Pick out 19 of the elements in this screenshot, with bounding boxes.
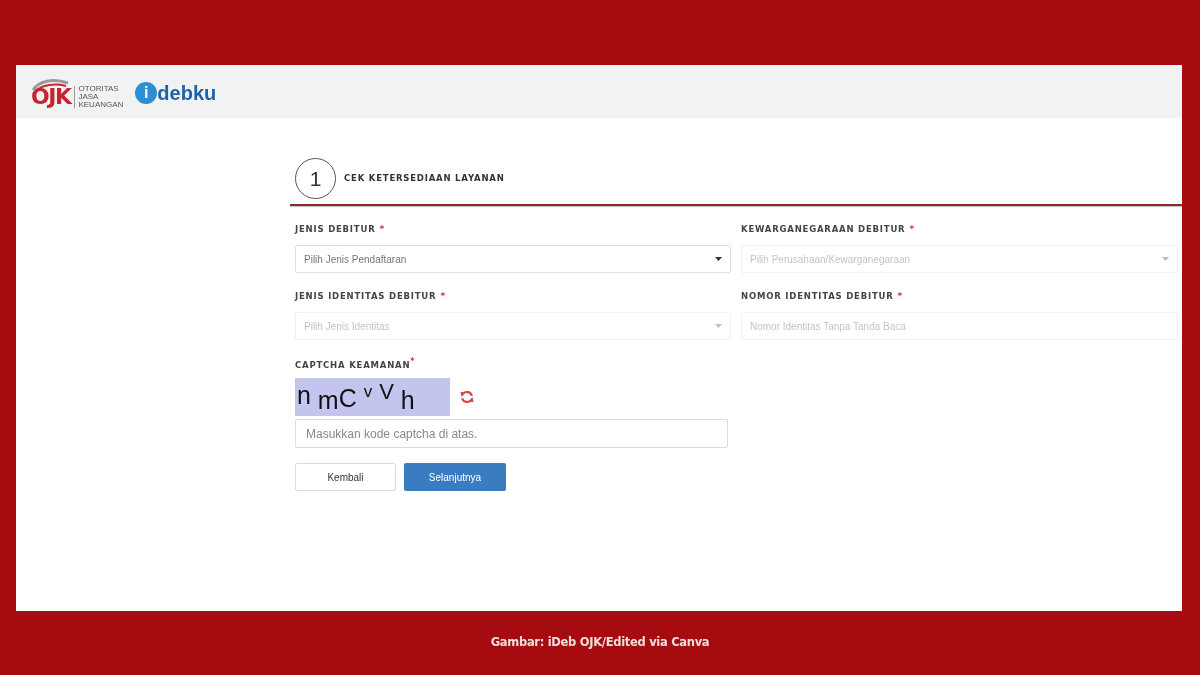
select-field[interactable]: Pilih Jenis Pendaftaran [295,245,731,273]
captcha-image: n mC v V h [295,378,450,416]
section-title: CEK KETERSEDIAAN LAYANAN [344,172,505,185]
field-label: JENIS DEBITUR * [295,223,386,235]
back-button[interactable]: Kembali [295,463,396,491]
field-label: JENIS IDENTITAS DEBITUR * [295,290,447,302]
captcha-input[interactable]: Masukkan kode captcha di atas. [295,419,728,448]
logo-badge: i [135,81,158,104]
caret-icon [715,324,722,328]
org-name: OTORITAS JASA KEUANGAN [78,84,124,109]
caret-icon [1162,257,1169,261]
caret-icon [715,257,722,261]
image-caption: Gambar: iDeb OJK/Edited via Canva [490,634,710,652]
logo-text: debku [157,82,217,103]
field-label: KEWARGANEGARAAN DEBITUR * [741,223,916,235]
refresh-icon[interactable] [460,390,474,404]
field-label: NOMOR IDENTITAS DEBITUR * [741,290,905,302]
next-button[interactable]: Selanjutnya [404,463,506,491]
logo-text: OJK [31,85,71,108]
